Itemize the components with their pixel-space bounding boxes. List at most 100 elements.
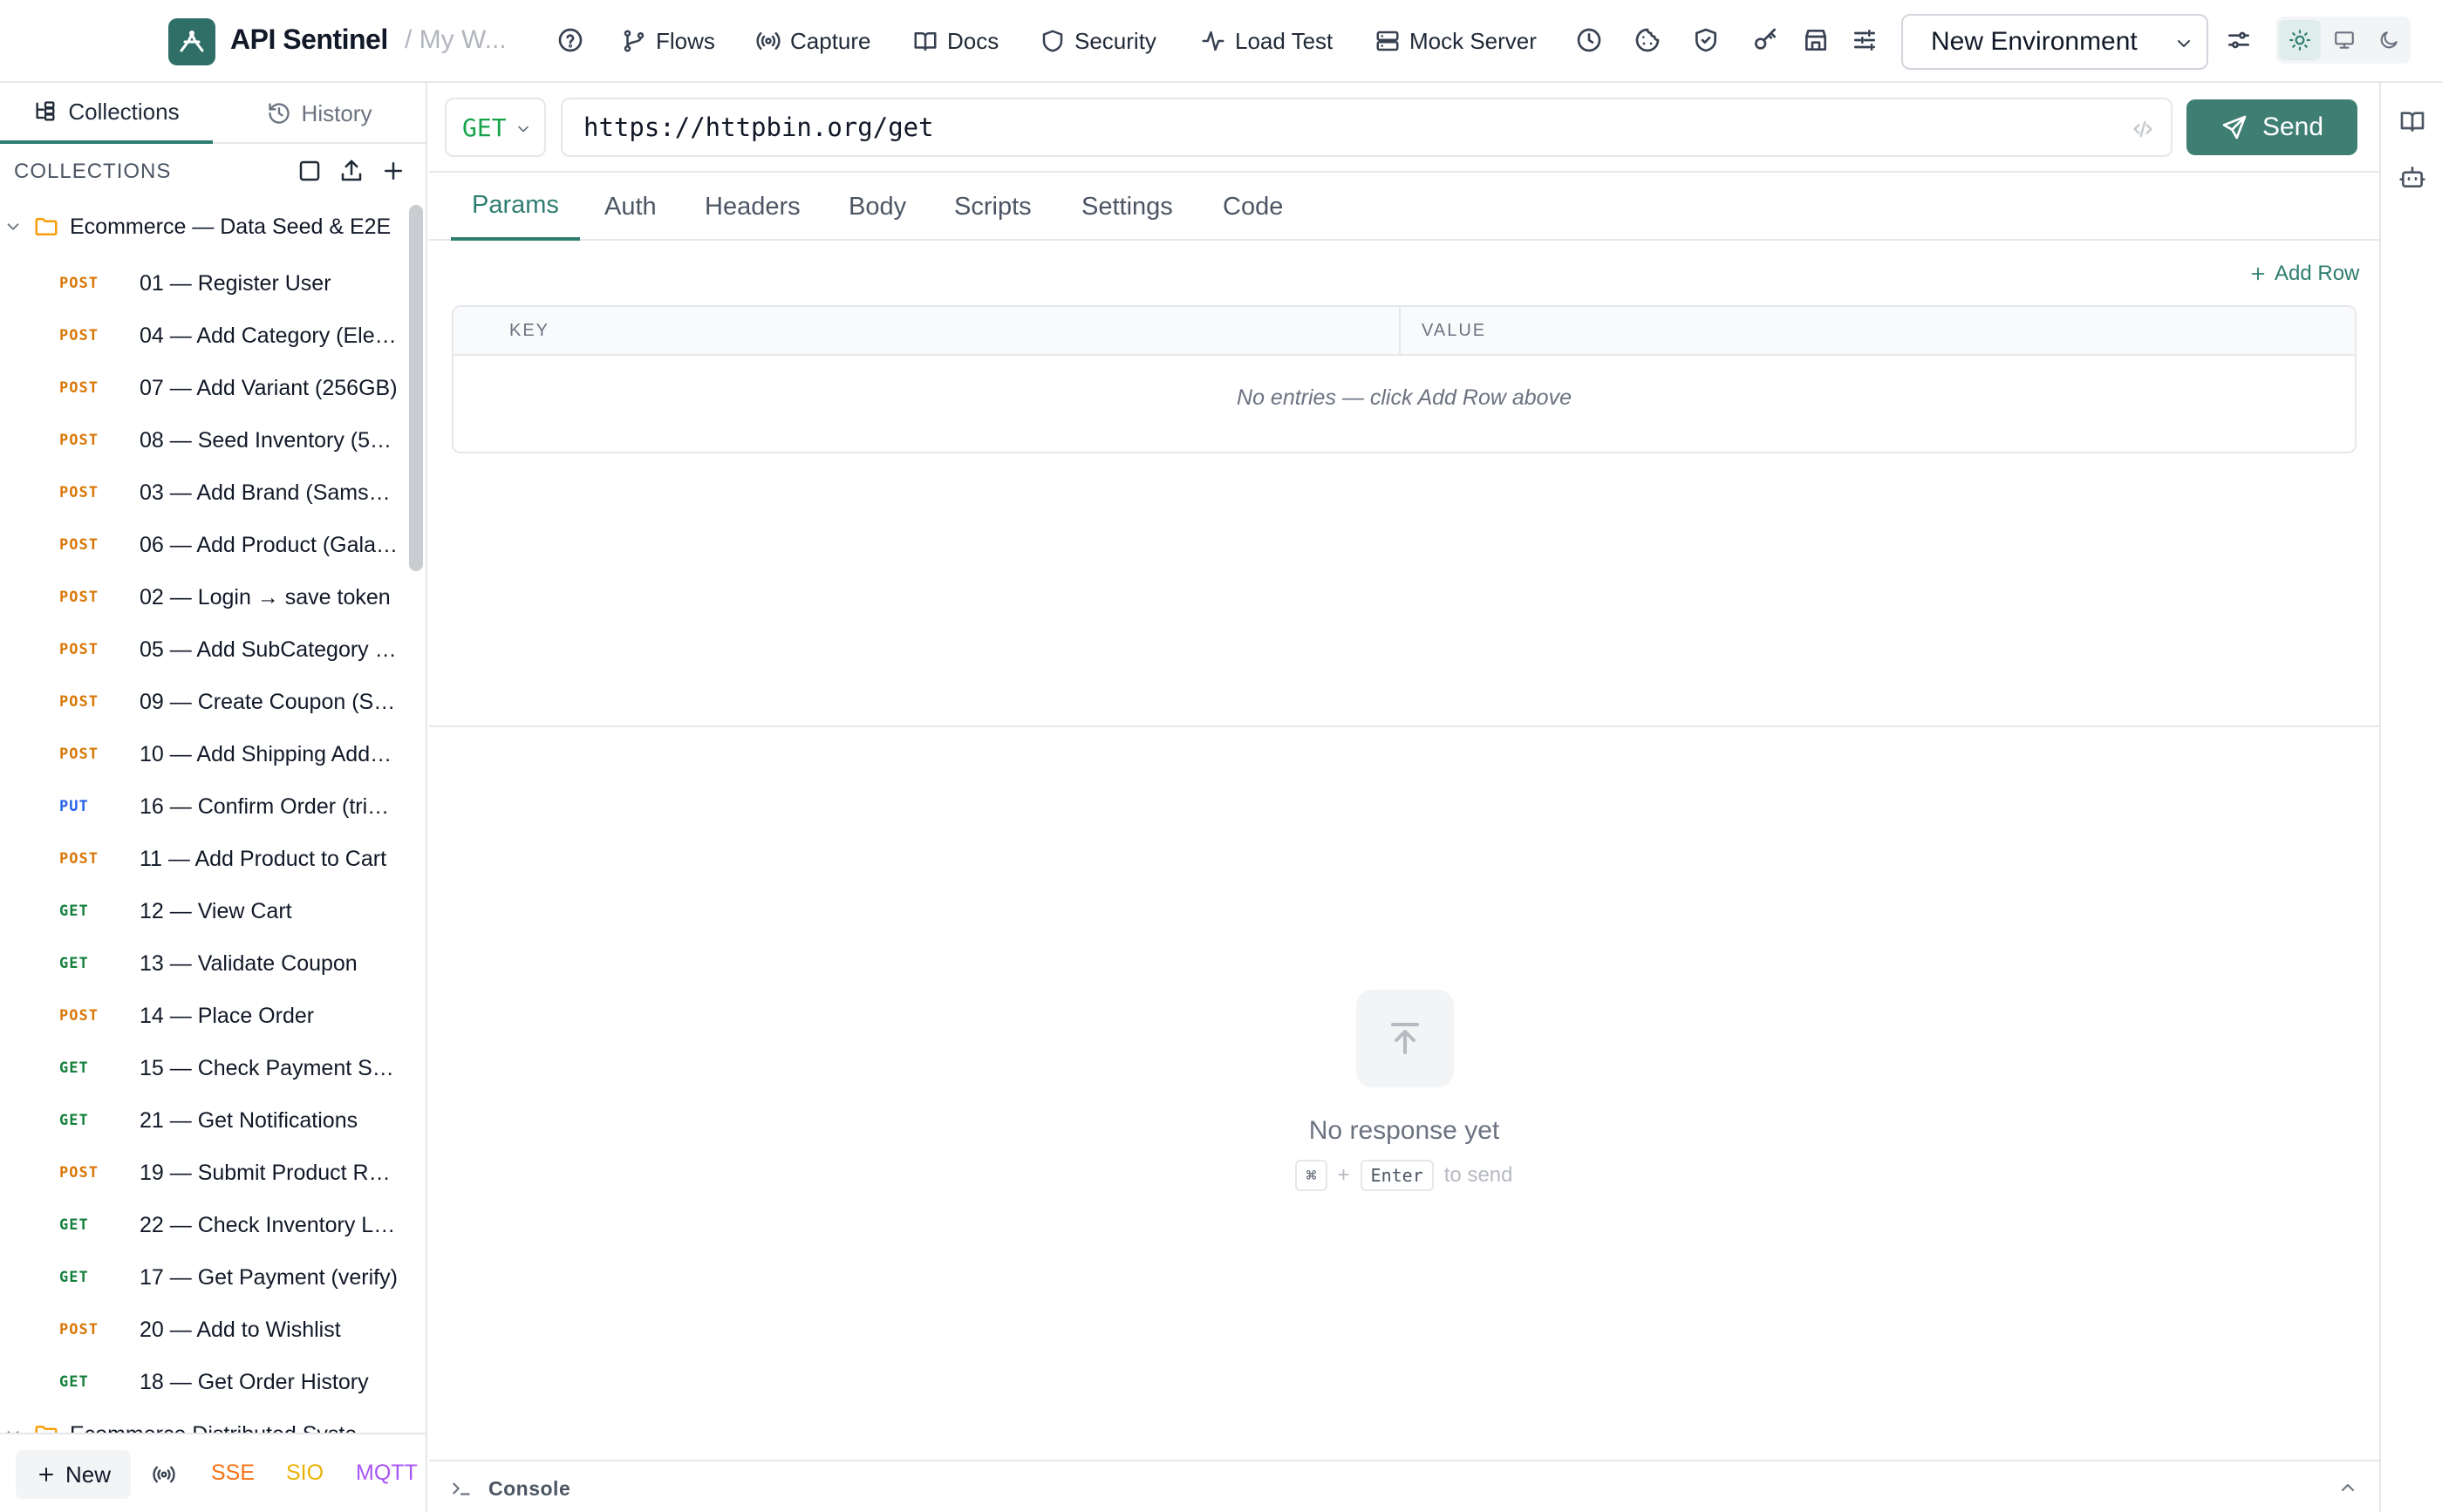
- request-method-badge: POST: [59, 1321, 99, 1338]
- request-name: 09 — Create Coupon (SAVE10): [140, 689, 398, 714]
- collection-folder[interactable]: Ecommerce — Data Seed & E2E: [0, 205, 406, 249]
- request-name: 10 — Add Shipping Address: [140, 741, 398, 766]
- theme-system-button[interactable]: [2323, 20, 2365, 60]
- request-item[interactable]: PUT 16 — Confirm Order (trigger): [0, 780, 406, 833]
- request-item[interactable]: POST 14 — Place Order: [0, 990, 406, 1042]
- request-method-badge: POST: [59, 1164, 99, 1182]
- sse-button[interactable]: SSE: [211, 1461, 255, 1486]
- code-icon[interactable]: [2131, 117, 2155, 141]
- tab-history[interactable]: History: [213, 83, 426, 144]
- bot-icon[interactable]: [2398, 163, 2426, 191]
- tab-settings[interactable]: Settings: [1081, 173, 1173, 241]
- tab-collections-label: Collections: [68, 98, 180, 125]
- request-name: 17 — Get Payment (verify): [140, 1264, 398, 1290]
- request-name: 18 — Get Order History: [140, 1369, 369, 1394]
- new-collection-icon[interactable]: [297, 158, 323, 184]
- environment-settings-icon[interactable]: [2225, 26, 2253, 54]
- request-name: 04 — Add Category (Electronics): [140, 323, 398, 348]
- store-icon[interactable]: [1802, 26, 1830, 54]
- send-button[interactable]: Send: [2186, 99, 2357, 155]
- sliders-icon[interactable]: [1851, 26, 1879, 54]
- sidebar-scrollbar[interactable]: [409, 205, 423, 571]
- response-divider[interactable]: [429, 725, 2379, 727]
- request-list: POST 01 — Register User POST 04 — Add Categ…: [0, 257, 406, 1408]
- socketio-button[interactable]: SIO: [286, 1461, 324, 1486]
- nav-capture-button[interactable]: Capture: [755, 24, 871, 58]
- cookie-icon[interactable]: [1634, 26, 1661, 54]
- websocket-icon[interactable]: [152, 1462, 176, 1487]
- monitor-icon: [2335, 31, 2354, 49]
- tab-body[interactable]: Body: [849, 173, 906, 241]
- request-item[interactable]: POST 03 — Add Brand (Samsung): [0, 467, 406, 519]
- tab-code-label: Code: [1223, 192, 1284, 221]
- response-empty-title: No response yet: [1308, 1116, 1500, 1145]
- folder-tree-icon: [36, 101, 55, 121]
- request-item[interactable]: GET 12 — View Cart: [0, 885, 406, 937]
- request-item[interactable]: POST 04 — Add Category (Electronics): [0, 310, 406, 362]
- request-item[interactable]: POST 07 — Add Variant (256GB): [0, 362, 406, 414]
- app-logo[interactable]: [168, 18, 215, 65]
- shield-check-icon[interactable]: [1692, 26, 1720, 54]
- help-icon[interactable]: [556, 26, 584, 54]
- params-table-header: KEY VALUE: [454, 307, 2355, 356]
- tab-params[interactable]: Params: [451, 173, 580, 241]
- chevron-down-icon: [7, 223, 19, 230]
- request-item[interactable]: GET 22 — Check Inventory Level: [0, 1199, 406, 1251]
- request-method-badge: GET: [59, 1112, 89, 1129]
- request-item[interactable]: GET 21 — Get Notifications: [0, 1094, 406, 1147]
- add-row-button[interactable]: Add Row: [2248, 262, 2359, 286]
- theme-switcher: [2276, 17, 2411, 64]
- nav-docs-button[interactable]: Docs: [912, 24, 999, 58]
- console-bar[interactable]: Console: [429, 1460, 2379, 1512]
- request-item[interactable]: GET 18 — Get Order History: [0, 1356, 406, 1408]
- request-item[interactable]: POST 11 — Add Product to Cart: [0, 833, 406, 885]
- request-item[interactable]: POST 08 — Seed Inventory (50 units): [0, 414, 406, 467]
- nav-flows-button[interactable]: Flows: [621, 24, 715, 58]
- request-item[interactable]: POST 01 — Register User: [0, 257, 406, 310]
- request-method-badge: POST: [59, 850, 99, 868]
- add-icon[interactable]: [380, 158, 406, 184]
- new-request-button[interactable]: New: [16, 1450, 131, 1499]
- logo-icon: [180, 31, 204, 52]
- folder-icon: [35, 218, 58, 235]
- book-open-icon[interactable]: [2398, 107, 2426, 135]
- theme-dark-button[interactable]: [2368, 20, 2410, 60]
- request-item[interactable]: POST 10 — Add Shipping Address: [0, 728, 406, 780]
- tab-auth-label: Auth: [604, 192, 657, 221]
- request-item[interactable]: POST 05 — Add SubCategory (Phones): [0, 623, 406, 676]
- request-item[interactable]: GET 13 — Validate Coupon: [0, 937, 406, 990]
- request-item[interactable]: POST 02 — Login → save token: [0, 571, 406, 623]
- request-item[interactable]: POST 19 — Submit Product Review: [0, 1147, 406, 1199]
- clock-icon[interactable]: [1575, 26, 1603, 54]
- nav-mock-server-button[interactable]: Mock Server: [1374, 24, 1537, 58]
- new-request-label: New: [65, 1461, 111, 1488]
- tab-auth[interactable]: Auth: [604, 173, 657, 241]
- theme-light-button[interactable]: [2279, 20, 2321, 60]
- environment-select[interactable]: New Environment: [1901, 14, 2208, 70]
- git-branch-icon: [624, 30, 645, 52]
- workspace-selector[interactable]: / My W...: [405, 25, 507, 55]
- nav-security-label: Security: [1074, 27, 1156, 54]
- tab-code[interactable]: Code: [1223, 173, 1283, 241]
- top-bar: API Sentinel / My W... Flows Capture Doc…: [0, 0, 2442, 83]
- request-item[interactable]: POST 20 — Add to Wishlist: [0, 1304, 406, 1356]
- send-shortcut-hint: ⌘ + Enter to send: [1230, 1160, 1579, 1191]
- tab-headers[interactable]: Headers: [705, 173, 801, 241]
- import-icon[interactable]: [338, 158, 365, 184]
- method-select[interactable]: GET: [445, 98, 546, 157]
- nav-security-button[interactable]: Security: [1040, 24, 1156, 58]
- key-icon[interactable]: [1751, 26, 1779, 54]
- request-method-badge: POST: [59, 641, 99, 658]
- chevron-up-icon[interactable]: [2337, 1477, 2358, 1498]
- request-item[interactable]: GET 15 — Check Payment Status: [0, 1042, 406, 1094]
- tab-collections[interactable]: Collections: [0, 83, 213, 144]
- mqtt-button[interactable]: MQTT: [356, 1461, 418, 1486]
- request-item[interactable]: GET 17 — Get Payment (verify): [0, 1251, 406, 1304]
- column-divider: [1399, 307, 1401, 356]
- tab-scripts[interactable]: Scripts: [954, 173, 1032, 241]
- request-item[interactable]: POST 06 — Add Product (Galaxy): [0, 519, 406, 571]
- request-item[interactable]: POST 09 — Create Coupon (SAVE10): [0, 676, 406, 728]
- nav-load-test-button[interactable]: Load Test: [1200, 24, 1333, 58]
- request-name: 19 — Submit Product Review: [140, 1160, 398, 1185]
- url-input[interactable]: https://httpbin.org/get: [561, 98, 2173, 157]
